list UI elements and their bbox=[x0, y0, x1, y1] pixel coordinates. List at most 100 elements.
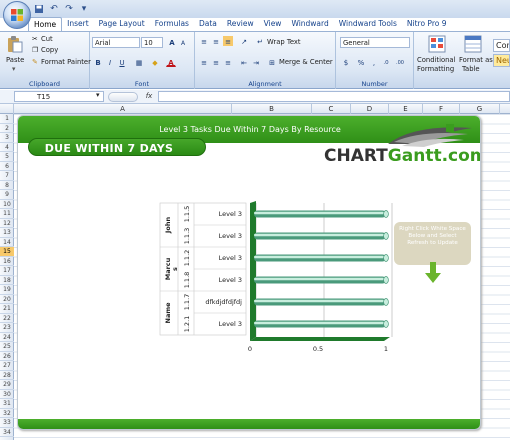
font-color-button[interactable]: A bbox=[166, 57, 176, 67]
row-header-32[interactable]: 32 bbox=[0, 409, 14, 418]
row-header-30[interactable]: 30 bbox=[0, 390, 14, 399]
cut-button[interactable]: Cut bbox=[41, 35, 53, 43]
select-all-corner[interactable] bbox=[0, 104, 14, 114]
formula-bar-splitter[interactable] bbox=[108, 92, 138, 102]
decrease-decimal-button[interactable]: .00 bbox=[395, 57, 405, 67]
column-header-a[interactable]: A bbox=[14, 104, 232, 114]
paste-dropdown-icon[interactable]: ▾ bbox=[12, 65, 15, 73]
office-button[interactable] bbox=[3, 1, 31, 29]
merge-center-button[interactable]: Merge & Center bbox=[279, 58, 333, 66]
name-box[interactable]: T15 bbox=[14, 91, 104, 102]
row-header-4[interactable]: 4 bbox=[0, 143, 14, 152]
tab-view[interactable]: View bbox=[259, 17, 287, 31]
borders-icon[interactable]: ▦ bbox=[134, 57, 144, 67]
row-header-13[interactable]: 13 bbox=[0, 228, 14, 238]
format-as-table-button[interactable]: Format as bbox=[459, 56, 493, 64]
formula-input[interactable] bbox=[158, 91, 510, 102]
gantt-bar-chart[interactable]: Level 3 Level 3 Level 3 Level 3 dfkdjdfdjfdj… bbox=[158, 201, 398, 366]
copy-button[interactable]: Copy bbox=[41, 46, 58, 54]
tab-insert[interactable]: Insert bbox=[62, 17, 94, 31]
row-header-6[interactable]: 6 bbox=[0, 162, 14, 171]
conditional-formatting-icon[interactable] bbox=[428, 35, 446, 53]
save-icon[interactable] bbox=[34, 4, 44, 14]
increase-decimal-button[interactable]: .0 bbox=[381, 57, 391, 67]
format-painter-button[interactable]: Format Painter bbox=[41, 58, 91, 66]
align-bottom-icon[interactable]: ≡ bbox=[223, 36, 233, 46]
align-right-icon[interactable]: ≡ bbox=[223, 57, 233, 67]
row-header-20[interactable]: 20 bbox=[0, 295, 14, 304]
format-as-table-icon[interactable] bbox=[464, 35, 482, 53]
bold-button[interactable]: B bbox=[93, 57, 103, 67]
row-header-28[interactable]: 28 bbox=[0, 371, 14, 380]
currency-button[interactable]: $ bbox=[341, 57, 351, 67]
column-header-c[interactable]: C bbox=[312, 104, 351, 114]
column-header-b[interactable]: B bbox=[232, 104, 312, 114]
cell-style-neutral[interactable]: Neu bbox=[493, 54, 510, 67]
row-header-34[interactable]: 34 bbox=[0, 428, 14, 437]
italic-button[interactable]: I bbox=[105, 57, 115, 67]
row-header-5[interactable]: 5 bbox=[0, 152, 14, 162]
number-format-select[interactable]: General bbox=[340, 37, 410, 48]
row-header-24[interactable]: 24 bbox=[0, 333, 14, 342]
row-header-31[interactable]: 31 bbox=[0, 399, 14, 409]
tab-windward-tools[interactable]: Windward Tools bbox=[334, 17, 402, 31]
row-header-10[interactable]: 10 bbox=[0, 200, 14, 209]
row-header-23[interactable]: 23 bbox=[0, 323, 14, 333]
align-top-icon[interactable]: ≡ bbox=[199, 36, 209, 46]
customize-qat-icon[interactable]: ▾ bbox=[79, 4, 89, 14]
row-header-7[interactable]: 7 bbox=[0, 171, 14, 181]
tab-data[interactable]: Data bbox=[194, 17, 222, 31]
row-header-27[interactable]: 27 bbox=[0, 361, 14, 371]
row-header-9[interactable]: 9 bbox=[0, 190, 14, 200]
tab-page-layout[interactable]: Page Layout bbox=[94, 17, 150, 31]
format-painter-icon[interactable]: ✎ bbox=[32, 58, 38, 66]
increase-indent-icon[interactable]: ⇥ bbox=[251, 57, 261, 67]
row-header-15[interactable]: 15 bbox=[0, 247, 14, 257]
wrap-text-button[interactable]: Wrap Text bbox=[267, 38, 301, 46]
row-header-29[interactable]: 29 bbox=[0, 380, 14, 390]
fill-color-icon[interactable]: ◆ bbox=[150, 57, 160, 67]
row-header-12[interactable]: 12 bbox=[0, 219, 14, 228]
paste-button[interactable]: Paste bbox=[6, 56, 24, 64]
align-middle-icon[interactable]: ≡ bbox=[211, 36, 221, 46]
font-size-select[interactable]: 10 bbox=[141, 37, 163, 48]
row-header-25[interactable]: 25 bbox=[0, 342, 14, 352]
shrink-font-button[interactable]: A bbox=[178, 38, 188, 48]
insert-function-button[interactable]: fx bbox=[141, 91, 157, 102]
cut-icon[interactable]: ✂ bbox=[32, 35, 38, 43]
name-box-dropdown-icon[interactable]: ▾ bbox=[96, 91, 100, 99]
orientation-icon[interactable]: ↗ bbox=[239, 36, 249, 46]
row-header-22[interactable]: 22 bbox=[0, 314, 14, 323]
row-header-11[interactable]: 11 bbox=[0, 209, 14, 219]
row-header-26[interactable]: 26 bbox=[0, 352, 14, 361]
percent-button[interactable]: % bbox=[356, 57, 366, 67]
conditional-formatting-button[interactable]: Conditional bbox=[417, 56, 456, 64]
grow-font-button[interactable]: A bbox=[167, 37, 177, 47]
tab-formulas[interactable]: Formulas bbox=[150, 17, 194, 31]
comma-button[interactable]: , bbox=[369, 57, 379, 67]
row-header-33[interactable]: 33 bbox=[0, 418, 14, 428]
tab-home[interactable]: Home bbox=[28, 17, 63, 31]
paste-icon[interactable] bbox=[6, 35, 24, 53]
merge-center-icon[interactable]: ⊞ bbox=[267, 57, 277, 67]
copy-icon[interactable]: ❐ bbox=[32, 46, 38, 54]
row-header-1[interactable]: 1 bbox=[0, 114, 14, 124]
row-header-2[interactable]: 2 bbox=[0, 124, 14, 133]
row-header-3[interactable]: 3 bbox=[0, 133, 14, 143]
column-header-f[interactable]: F bbox=[423, 104, 460, 114]
align-left-icon[interactable]: ≡ bbox=[199, 57, 209, 67]
column-header-g[interactable]: G bbox=[460, 104, 500, 114]
row-header-19[interactable]: 19 bbox=[0, 285, 14, 295]
row-header-8[interactable]: 8 bbox=[0, 181, 14, 190]
undo-icon[interactable]: ↶ bbox=[49, 4, 59, 14]
font-name-select[interactable]: Arial bbox=[92, 37, 140, 48]
tab-review[interactable]: Review bbox=[222, 17, 259, 31]
row-header-17[interactable]: 17 bbox=[0, 266, 14, 276]
row-header-14[interactable]: 14 bbox=[0, 238, 14, 247]
align-center-icon[interactable]: ≡ bbox=[211, 57, 221, 67]
decrease-indent-icon[interactable]: ⇤ bbox=[239, 57, 249, 67]
tab-nitro-pro[interactable]: Nitro Pro 9 bbox=[402, 17, 452, 31]
wrap-text-icon[interactable]: ↵ bbox=[255, 36, 265, 46]
column-header-d[interactable]: D bbox=[351, 104, 389, 114]
row-header-18[interactable]: 18 bbox=[0, 276, 14, 285]
